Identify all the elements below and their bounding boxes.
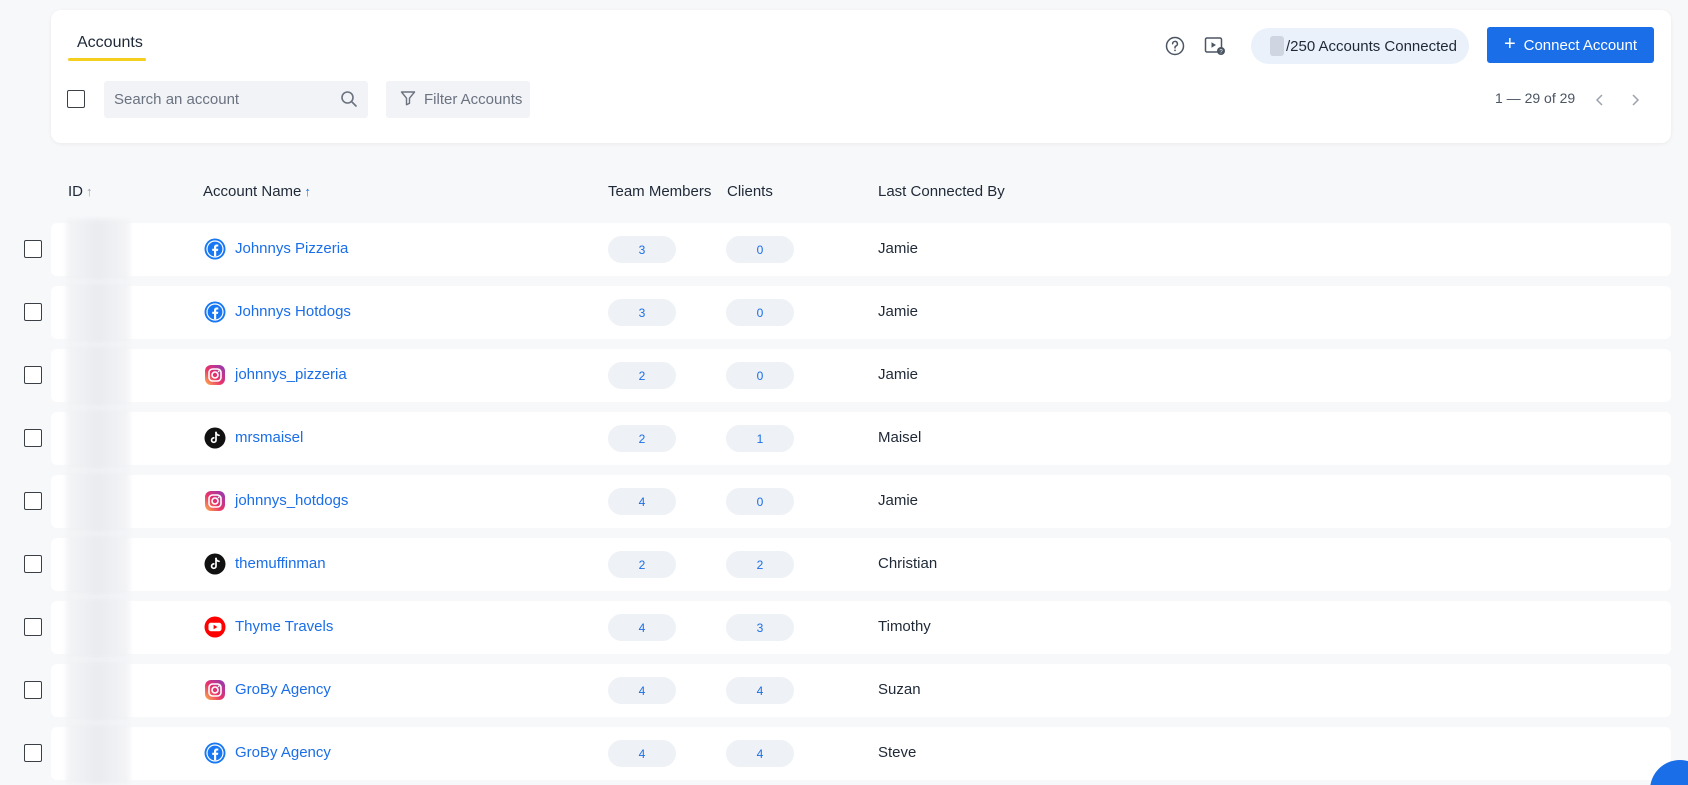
- row-checkbox[interactable]: [24, 618, 42, 636]
- account-name-link[interactable]: Thyme Travels: [235, 618, 333, 635]
- chevron-right-icon[interactable]: [1625, 90, 1645, 110]
- team-members-count: 2: [608, 551, 676, 578]
- column-header-clients[interactable]: Clients: [727, 183, 773, 200]
- team-members-count: 4: [608, 740, 676, 767]
- filter-icon: [400, 90, 416, 110]
- search-icon[interactable]: [340, 90, 358, 113]
- column-header-id-label: ID: [68, 183, 83, 200]
- row-checkbox[interactable]: [24, 366, 42, 384]
- pagination-range: 1 — 29 of 29: [1495, 90, 1576, 106]
- last-connected-by: Steve: [878, 744, 917, 761]
- clients-count: 0: [726, 488, 794, 515]
- connect-account-button[interactable]: + Connect Account: [1487, 27, 1654, 63]
- accounts-toolbar-card: Accounts ? /250 Accounts Connected + Con…: [51, 10, 1671, 143]
- last-connected-by: Jamie: [878, 492, 919, 509]
- clients-count: 0: [726, 299, 794, 326]
- team-members-count: 2: [608, 425, 676, 452]
- column-header-clients-label: Clients: [727, 183, 773, 200]
- tab-active-indicator: [68, 58, 146, 61]
- account-name-link[interactable]: Johnnys Hotdogs: [235, 303, 351, 320]
- clients-count: 1: [726, 425, 794, 452]
- accounts-connected-text: /250 Accounts Connected: [1286, 37, 1457, 55]
- last-connected-by: Jamie: [878, 303, 919, 320]
- id-cell-redacted: [66, 282, 130, 344]
- column-header-id[interactable]: ID ↑: [68, 183, 93, 200]
- clients-count: 4: [726, 677, 794, 704]
- column-header-last-connected-by-label: Last Connected By: [878, 183, 1005, 200]
- select-all-checkbox[interactable]: [67, 90, 85, 108]
- chevron-left-icon[interactable]: [1590, 90, 1610, 110]
- id-cell-redacted: [66, 219, 130, 281]
- clients-count: 0: [726, 236, 794, 263]
- row-checkbox[interactable]: [24, 555, 42, 573]
- clients-count: 3: [726, 614, 794, 641]
- team-members-count: 3: [608, 299, 676, 326]
- connect-account-label: Connect Account: [1523, 36, 1638, 54]
- facebook-icon: [204, 301, 226, 323]
- last-connected-by: Jamie: [878, 240, 919, 257]
- instagram-icon: [204, 490, 226, 512]
- instagram-icon: [204, 679, 226, 701]
- sort-arrow-up-icon: ↑: [304, 184, 311, 199]
- account-name-link[interactable]: johnnys_pizzeria: [235, 366, 347, 383]
- account-name-link[interactable]: mrsmaisel: [235, 429, 303, 446]
- column-header-team-members-label: Team Members: [608, 183, 712, 200]
- id-cell-redacted: [66, 660, 130, 722]
- account-name-link[interactable]: GroBy Agency: [235, 681, 331, 698]
- last-connected-by: Maisel: [878, 429, 922, 446]
- youtube-icon: [204, 616, 226, 638]
- column-header-account-name[interactable]: Account Name ↑: [203, 183, 311, 200]
- team-members-count: 4: [608, 614, 676, 641]
- accounts-connected-counter: /250 Accounts Connected: [1251, 28, 1469, 64]
- help-circle-icon[interactable]: [1161, 32, 1189, 60]
- clients-count: 4: [726, 740, 794, 767]
- filter-accounts-label: Filter Accounts: [424, 91, 523, 108]
- id-cell-redacted: [66, 534, 130, 596]
- id-cell-redacted: [66, 723, 130, 785]
- clients-count: 2: [726, 551, 794, 578]
- last-connected-by: Suzan: [878, 681, 921, 698]
- last-connected-by: Jamie: [878, 366, 919, 383]
- id-cell-redacted: [66, 408, 130, 470]
- row-checkbox[interactable]: [24, 744, 42, 762]
- clients-count: 0: [726, 362, 794, 389]
- facebook-icon: [204, 238, 226, 260]
- video-help-icon[interactable]: ?: [1201, 32, 1229, 60]
- row-checkbox[interactable]: [24, 240, 42, 258]
- tiktok-icon: [204, 427, 226, 449]
- instagram-icon: [204, 364, 226, 386]
- account-name-link[interactable]: themuffinman: [235, 555, 326, 572]
- row-checkbox[interactable]: [24, 429, 42, 447]
- search-box: [104, 81, 368, 118]
- row-checkbox[interactable]: [24, 303, 42, 321]
- id-cell-redacted: [66, 597, 130, 659]
- row-checkbox[interactable]: [24, 492, 42, 510]
- row-checkbox[interactable]: [24, 681, 42, 699]
- search-input[interactable]: [114, 91, 334, 108]
- last-connected-by: Christian: [878, 555, 938, 572]
- account-name-link[interactable]: Johnnys Pizzeria: [235, 240, 348, 257]
- column-header-last-connected-by[interactable]: Last Connected By: [878, 183, 1005, 200]
- id-cell-redacted: [66, 471, 130, 533]
- team-members-count: 4: [608, 677, 676, 704]
- account-name-link[interactable]: johnnys_hotdogs: [235, 492, 348, 509]
- facebook-icon: [204, 742, 226, 764]
- team-members-count: 4: [608, 488, 676, 515]
- last-connected-by: Timothy: [878, 618, 931, 635]
- tiktok-icon: [204, 553, 226, 575]
- id-cell-redacted: [66, 345, 130, 407]
- redacted-count: [1270, 36, 1284, 56]
- account-name-link[interactable]: GroBy Agency: [235, 744, 331, 761]
- plus-icon: +: [1503, 33, 1516, 55]
- column-header-team-members[interactable]: Team Members: [608, 183, 711, 200]
- team-members-count: 3: [608, 236, 676, 263]
- sort-arrow-up-icon: ↑: [86, 184, 93, 199]
- column-header-account-name-label: Account Name: [203, 183, 302, 200]
- filter-accounts-button[interactable]: Filter Accounts: [386, 81, 530, 118]
- team-members-count: 2: [608, 362, 676, 389]
